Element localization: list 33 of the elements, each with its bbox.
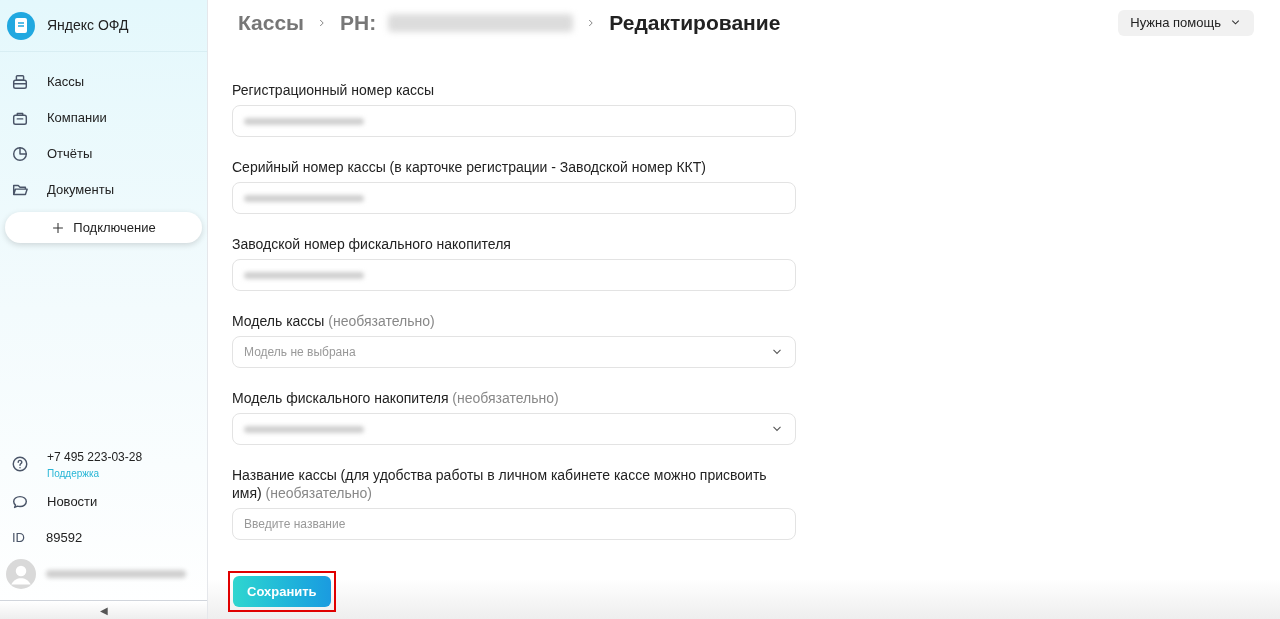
nav-item[interactable]: Компании — [0, 100, 207, 136]
field-label: Модель кассы (необязательно) — [232, 312, 436, 330]
field-label: Заводской номер фискального накопителя — [232, 235, 512, 253]
pie-chart-icon — [11, 145, 29, 163]
input-field[interactable] — [232, 105, 796, 137]
input-field[interactable] — [232, 259, 796, 291]
nav-item[interactable]: Новости — [0, 484, 207, 520]
breadcrumb-link[interactable]: РН: — [340, 6, 377, 39]
nav-item[interactable]: Документы — [0, 172, 207, 208]
page-title: Редактирование — [609, 9, 781, 36]
plus-icon — [51, 220, 66, 235]
user-id: 89592 — [46, 529, 83, 548]
help-button[interactable]: Нужна помощь — [1118, 9, 1254, 36]
field-label: Серийный номер кассы (в карточке регистрации - Заводской номер ККТ) — [232, 158, 707, 176]
input-field[interactable] — [232, 182, 796, 214]
avatar-icon — [6, 559, 36, 589]
help-icon — [11, 455, 29, 473]
breadcrumb-link[interactable]: Кассы — [238, 6, 305, 39]
dropdown-field[interactable] — [232, 413, 796, 445]
speech-bubble-icon — [11, 493, 29, 511]
input-field[interactable]: Введите название — [232, 508, 796, 540]
register-icon — [11, 73, 29, 91]
app-title: Яндекс ОФД — [47, 16, 129, 35]
phone-number: +7 495 223-03-28 — [47, 448, 143, 466]
collapse-button[interactable]: ◀ — [0, 600, 207, 619]
field-label: Модель фискального накопителя (необязательно) — [232, 389, 560, 407]
logo-icon — [7, 11, 35, 40]
nav-item[interactable]: Кассы — [0, 64, 207, 100]
field-label: Название кассы (для удобства работы в личном кабинете кассе можно присвоить имя) (необязательно) — [232, 466, 768, 502]
id-label: ID — [12, 529, 26, 548]
field-label: Регистрационный номер кассы — [232, 81, 436, 99]
connect-button[interactable]: Подключение — [5, 212, 202, 243]
nav-item[interactable]: Отчёты — [0, 136, 207, 172]
